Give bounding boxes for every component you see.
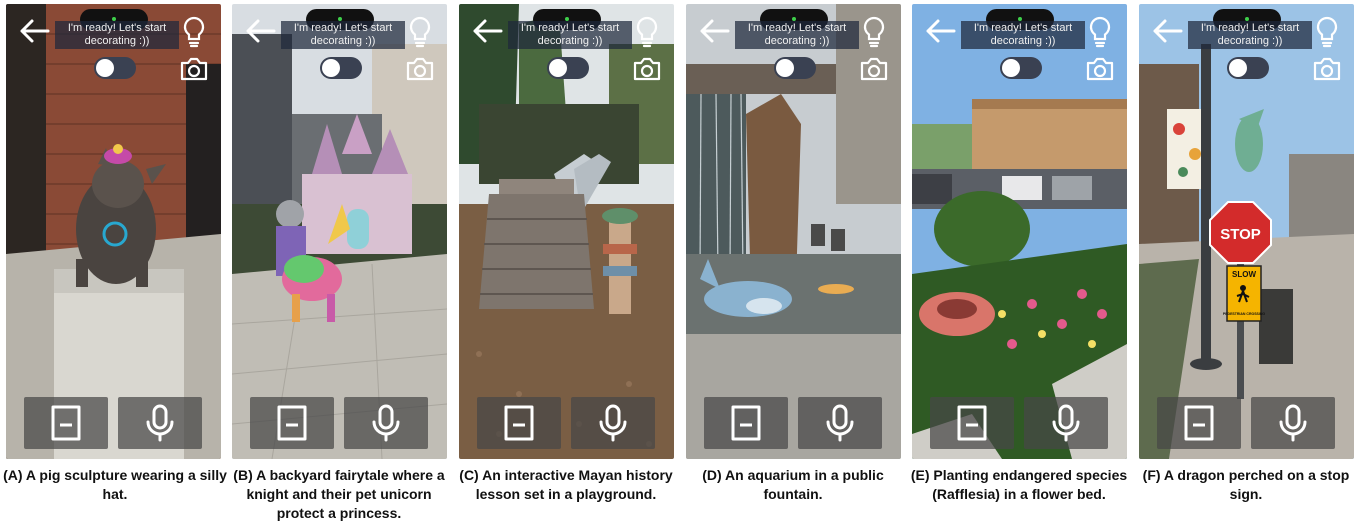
ar-toggle-switch[interactable]: [547, 57, 589, 79]
story-book-button[interactable]: [930, 397, 1014, 449]
caption-a: (A) A pig sculpture wearing a silly hat.: [3, 467, 227, 502]
status-banner: I'm ready! Let's start decorating :)): [735, 21, 859, 49]
microphone-icon: [1279, 404, 1307, 442]
status-banner: I'm ready! Let's start decorating :)): [961, 21, 1085, 49]
voice-input-button[interactable]: [798, 397, 882, 449]
microphone-icon: [1052, 404, 1080, 442]
lightbulb-icon[interactable]: [634, 16, 660, 48]
lightbulb-icon[interactable]: [1087, 16, 1113, 48]
story-book-button[interactable]: [1157, 397, 1241, 449]
lightbulb-icon[interactable]: [861, 16, 887, 48]
caption-d: (D) An aquarium in a public fountain.: [702, 467, 884, 502]
story-book-button[interactable]: [24, 397, 108, 449]
crossing-sign-text: PEDESTRIAN CROSSING: [1223, 312, 1265, 316]
voice-input-button[interactable]: [1024, 397, 1108, 449]
status-banner: I'm ready! Let's start decorating :)): [1188, 21, 1312, 49]
voice-input-button[interactable]: [1251, 397, 1335, 449]
book-icon: [957, 405, 987, 441]
status-banner: I'm ready! Let's start decorating :)): [55, 21, 179, 49]
phone-screen-e: I'm ready! Let's start decorating :)): [912, 4, 1127, 459]
status-banner: I'm ready! Let's start decorating :)): [281, 21, 405, 49]
phone-screen-c: I'm ready! Let's start decorating :)): [459, 4, 674, 459]
book-icon: [504, 405, 534, 441]
slow-sign-text: SLOW: [1232, 270, 1256, 279]
arrow-left-icon[interactable]: [924, 18, 956, 44]
status-banner: I'm ready! Let's start decorating :)): [508, 21, 632, 49]
arrow-left-icon[interactable]: [1151, 18, 1183, 44]
camera-icon[interactable]: [405, 56, 435, 82]
camera-icon[interactable]: [1085, 56, 1115, 82]
lightbulb-icon[interactable]: [181, 16, 207, 48]
caption-c: (C) An interactive Mayan history lesson …: [459, 467, 673, 502]
arrow-left-icon[interactable]: [244, 18, 276, 44]
voice-input-button[interactable]: [571, 397, 655, 449]
microphone-icon: [826, 404, 854, 442]
camera-icon[interactable]: [1312, 56, 1342, 82]
phone-screen-f: STOP SLOW PEDESTRIAN CROSSING I'm ready!…: [1139, 4, 1354, 459]
camera-icon[interactable]: [179, 56, 209, 82]
phone-screen-d: I'm ready! Let's start decorating :)): [686, 4, 901, 459]
ar-toggle-switch[interactable]: [774, 57, 816, 79]
arrow-left-icon[interactable]: [471, 18, 503, 44]
ar-toggle-switch[interactable]: [1000, 57, 1042, 79]
book-icon: [1184, 405, 1214, 441]
ar-toggle-switch[interactable]: [1227, 57, 1269, 79]
story-book-button[interactable]: [477, 397, 561, 449]
arrow-left-icon[interactable]: [698, 18, 730, 44]
caption-b: (B) A backyard fairytale where a knight …: [233, 467, 445, 521]
arrow-left-icon[interactable]: [18, 18, 50, 44]
phone-screen-b: I'm ready! Let's start decorating :)): [232, 4, 447, 459]
phone-screen-a: I'm ready! Let's start decorating :)): [6, 4, 221, 459]
microphone-icon: [372, 404, 400, 442]
stop-sign-text: STOP: [1220, 226, 1261, 243]
lightbulb-icon[interactable]: [407, 16, 433, 48]
story-book-button[interactable]: [704, 397, 788, 449]
caption-f: (F) A dragon perched on a stop sign.: [1142, 467, 1350, 502]
book-icon: [51, 405, 81, 441]
microphone-icon: [599, 404, 627, 442]
book-icon: [731, 405, 761, 441]
lightbulb-icon[interactable]: [1314, 16, 1340, 48]
camera-icon[interactable]: [632, 56, 662, 82]
book-icon: [277, 405, 307, 441]
microphone-icon: [146, 404, 174, 442]
voice-input-button[interactable]: [118, 397, 202, 449]
ar-toggle-switch[interactable]: [320, 57, 362, 79]
camera-icon[interactable]: [859, 56, 889, 82]
ar-toggle-switch[interactable]: [94, 57, 136, 79]
story-book-button[interactable]: [250, 397, 334, 449]
caption-e: (E) Planting endangered species (Raffles…: [910, 467, 1128, 502]
voice-input-button[interactable]: [344, 397, 428, 449]
